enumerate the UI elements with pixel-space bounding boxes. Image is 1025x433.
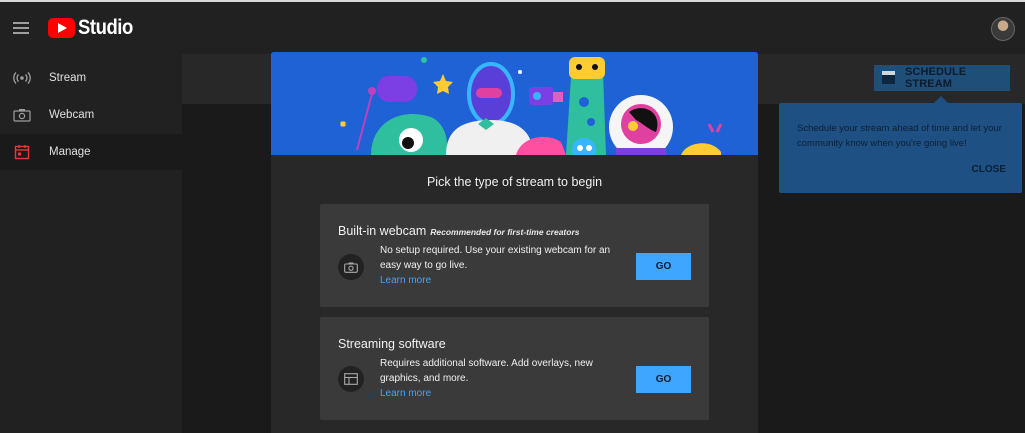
top-header: Studio	[0, 0, 1025, 54]
sidebar-item-label: Stream	[49, 72, 87, 84]
calendar-icon	[13, 145, 31, 160]
option-title: Built-in webcam Recommended for first-tim…	[338, 224, 580, 238]
camera-icon	[338, 254, 364, 280]
schedule-stream-button[interactable]: SCHEDULE STREAM	[874, 65, 1010, 91]
camera-icon	[13, 108, 31, 122]
broadcast-icon	[13, 71, 31, 85]
layout-icon	[338, 366, 364, 392]
go-button-streaming-software[interactable]: GO	[636, 366, 691, 393]
schedule-stream-label: SCHEDULE STREAM	[905, 66, 967, 90]
sidebar-item-label: Manage	[49, 146, 91, 158]
go-button-webcam[interactable]: GO	[636, 253, 691, 280]
youtube-logo-icon	[48, 18, 75, 38]
learn-more-link[interactable]: Learn more	[380, 275, 431, 286]
option-title: Streaming software	[338, 337, 446, 351]
stream-type-dialog: Pick the type of stream to begin Built-i…	[271, 52, 758, 433]
option-description: Requires additional software. Add overla…	[380, 358, 593, 384]
studio-logo[interactable]: Studio	[48, 16, 140, 40]
learn-more-link[interactable]: Learn more	[380, 388, 431, 399]
calendar-icon	[882, 71, 895, 84]
sidebar-item-stream[interactable]: Stream	[0, 60, 182, 96]
sidebar-item-manage[interactable]: Manage	[0, 134, 182, 170]
option-card-webcam: Built-in webcam Recommended for first-tim…	[320, 204, 709, 307]
option-title-text: Built-in webcam	[338, 224, 427, 238]
logo-text: Studio	[78, 16, 133, 39]
hero-illustration	[271, 52, 758, 155]
hamburger-menu-icon[interactable]	[13, 22, 29, 34]
sidebar-item-webcam[interactable]: Webcam	[0, 97, 182, 133]
recommendation-label: Recommended for first-time creators	[430, 227, 580, 237]
tooltip-close-button[interactable]: CLOSE	[972, 164, 1006, 175]
option-description: No setup required. Use your existing web…	[380, 245, 611, 271]
sidebar: Stream Webcam Manage	[0, 54, 182, 433]
sidebar-item-label: Webcam	[49, 109, 95, 121]
schedule-tooltip: Schedule your stream ahead of time and l…	[779, 96, 1022, 193]
dialog-title: Pick the type of stream to begin	[426, 175, 603, 189]
tooltip-text: Schedule your stream ahead of time and l…	[797, 123, 1002, 149]
option-card-streaming-software: Streaming software Requires additional s…	[320, 317, 709, 420]
account-avatar[interactable]	[991, 17, 1015, 41]
